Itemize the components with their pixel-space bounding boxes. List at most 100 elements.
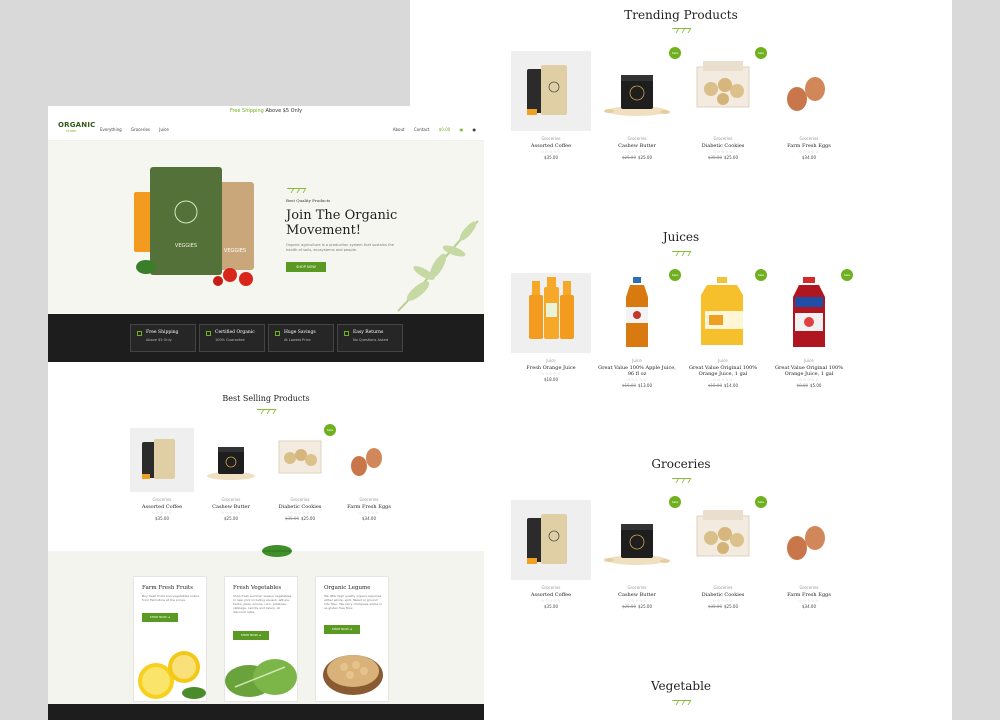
leaf-divider-icon — [669, 699, 692, 707]
lemons-icon — [138, 651, 206, 699]
product-card[interactable]: Groceries Farm Fresh Eggs ☆☆☆☆☆ $34.00 — [337, 428, 401, 521]
sale-badge: Sale — [755, 47, 767, 59]
nav-link-groceries[interactable]: Groceries — [131, 127, 150, 132]
product-card[interactable]: Groceries Farm Fresh Eggs ☆☆☆☆☆ $34.00 — [769, 500, 849, 609]
product-card[interactable]: Juice Fresh Orange Juice ☆☆☆☆☆ $18.00 — [511, 273, 591, 382]
feature-title: Huge Savings — [284, 330, 316, 335]
product-image[interactable] — [683, 500, 763, 580]
leaf-divider-icon — [669, 477, 692, 485]
nav-right: About Contact $0.00 ▣ ● — [385, 127, 476, 132]
feature-subtitle: No Questions Asked — [353, 338, 388, 342]
category-card-legume[interactable]: Organic Legume We offer high quality org… — [315, 576, 389, 702]
shop-now-button[interactable]: SHOP NOW — [286, 262, 326, 272]
nav-link-about[interactable]: About — [393, 127, 405, 132]
savings-icon — [275, 331, 280, 336]
chickpeas-bowl-icon — [323, 655, 383, 695]
feature-subtitle: 100% Guarantee — [215, 338, 245, 342]
product-card[interactable]: Groceries Farm Fresh Eggs ☆☆☆☆☆ $34.00 — [769, 51, 849, 160]
product-category: Groceries — [627, 136, 647, 141]
top-announcement-bar: Free Shipping Above $5 Only — [48, 106, 484, 117]
product-card[interactable]: Groceries Assorted Coffee ☆☆☆☆☆ $35.00 — [511, 500, 591, 609]
store-logo[interactable]: ORGANIC STORE — [58, 121, 96, 137]
product-image[interactable] — [511, 273, 591, 353]
nav-link-juice[interactable]: Juice — [159, 127, 169, 132]
product-image[interactable] — [597, 273, 677, 353]
product-price: $35.00 — [544, 604, 558, 609]
sale-badge: Sale — [841, 269, 853, 281]
hero-title: Join The Organic Movement! — [286, 208, 398, 238]
nav-links: Everything Groceries Juice — [100, 127, 177, 132]
product-price: $35.00 $25.00 — [285, 516, 315, 521]
product-category: Juice — [804, 358, 814, 363]
product-image[interactable] — [130, 428, 194, 492]
rating-stars: ☆☆☆☆☆ — [220, 510, 242, 515]
rating-stars: ☆☆☆☆☆ — [798, 149, 820, 154]
feature-title: Certified Organic — [215, 330, 255, 335]
rating-stars: ☆☆☆☆☆ — [798, 377, 820, 382]
cart-total[interactable]: $0.00 — [439, 127, 450, 132]
product-name[interactable]: Great Value Original 100% Orange Juice, … — [769, 365, 849, 377]
product-category: Groceries — [541, 585, 561, 590]
nav-link-contact[interactable]: Contact — [414, 127, 430, 132]
rating-stars: ☆☆☆☆☆ — [626, 598, 648, 603]
shop-now-button[interactable]: SHOP NOW ➜ — [142, 613, 178, 622]
product-image[interactable] — [337, 428, 401, 492]
product-price: $25.00 $25.00 — [622, 155, 652, 160]
shop-now-button[interactable]: SHOP NOW ➜ — [233, 631, 269, 640]
category-card-vegetables[interactable]: Fresh Vegetables Shop fresh summer seaso… — [224, 576, 298, 702]
product-image[interactable] — [769, 500, 849, 580]
category-description: Buy fresh fruits and vegetables online f… — [142, 594, 200, 602]
product-image[interactable] — [199, 428, 263, 492]
product-image[interactable] — [597, 500, 677, 580]
nav-link-everything[interactable]: Everything — [100, 127, 122, 132]
sale-badge: Sale — [755, 496, 767, 508]
product-image[interactable] — [769, 273, 849, 353]
category-description: Shop fresh summer season vegetables in n… — [233, 594, 292, 614]
product-price: $35.00 $25.00 — [708, 155, 738, 160]
product-price: $25.00 $25.00 — [622, 604, 652, 609]
product-price: $34.00 — [362, 516, 376, 521]
bag-label: VEGGIES — [175, 243, 197, 249]
returns-icon — [344, 331, 349, 336]
product-card[interactable]: Sale Groceries Cashew Butter ☆☆☆☆☆ $25.0… — [597, 47, 681, 160]
product-name[interactable]: Great Value Original 100% Orange Juice, … — [683, 365, 763, 377]
product-card[interactable]: Sale Juice Great Value Original 100% Ora… — [769, 269, 853, 388]
product-category: Juice — [632, 358, 642, 363]
sale-badge: Sale — [669, 269, 681, 281]
product-card[interactable]: Sale Groceries Diabetic Cookies ☆☆☆☆☆ $3… — [268, 424, 336, 521]
product-card[interactable]: Sale Juice Great Value 100% Apple Juice,… — [597, 269, 681, 388]
bag-label: VEGGIES — [224, 248, 246, 254]
product-image[interactable] — [511, 500, 591, 580]
product-card[interactable]: Sale Groceries Diabetic Cookies ☆☆☆☆☆ $3… — [683, 496, 767, 609]
product-card[interactable]: Groceries Assorted Coffee ☆☆☆☆☆ $35.00 — [130, 428, 194, 521]
product-image[interactable] — [597, 51, 677, 131]
product-image[interactable] — [268, 428, 332, 492]
product-name[interactable]: Great Value 100% Apple Juice, 96 fl oz — [597, 365, 677, 377]
coffee-bags-icon — [527, 65, 567, 115]
product-card[interactable]: Groceries Cashew Butter ☆☆☆☆☆ $25.00 — [199, 428, 263, 521]
category-title: Farm Fresh Fruits — [142, 585, 193, 591]
eggs-icon — [787, 77, 825, 111]
rating-stars: ☆☆☆☆☆ — [540, 149, 562, 154]
product-image[interactable] — [511, 51, 591, 131]
cart-icon[interactable]: ▣ — [459, 127, 463, 132]
product-card[interactable]: Sale Groceries Cashew Butter ☆☆☆☆☆ $25.0… — [597, 496, 681, 609]
logo-text: ORGANIC — [58, 121, 96, 129]
product-card[interactable]: Sale Groceries Diabetic Cookies ☆☆☆☆☆ $3… — [683, 47, 767, 160]
free-shipping-highlight: Free Shipping — [229, 108, 264, 114]
product-image[interactable] — [769, 51, 849, 131]
user-icon[interactable]: ● — [473, 127, 477, 132]
product-image[interactable] — [683, 51, 763, 131]
features-strip: Free Shipping Above $5 Only Certified Or… — [48, 314, 484, 362]
category-card-fruits[interactable]: Farm Fresh Fruits Buy fresh fruits and v… — [133, 576, 207, 702]
feature-huge-savings: Huge Savings At Lowest Price — [268, 324, 334, 352]
feature-certified-organic: Certified Organic 100% Guarantee — [199, 324, 265, 352]
product-price: $35.00 — [155, 516, 169, 521]
product-card[interactable]: Groceries Assorted Coffee ☆☆☆☆☆ $35.00 — [511, 51, 591, 160]
product-card[interactable]: Sale Juice Great Value Original 100% Ora… — [683, 269, 767, 388]
shop-now-button[interactable]: SHOP NOW ➜ — [324, 625, 360, 634]
product-image[interactable] — [683, 273, 763, 353]
free-shipping-text: Above $5 Only — [265, 108, 303, 114]
vegetable-title: Vegetable — [650, 679, 712, 693]
product-price: $34.00 — [802, 604, 816, 609]
